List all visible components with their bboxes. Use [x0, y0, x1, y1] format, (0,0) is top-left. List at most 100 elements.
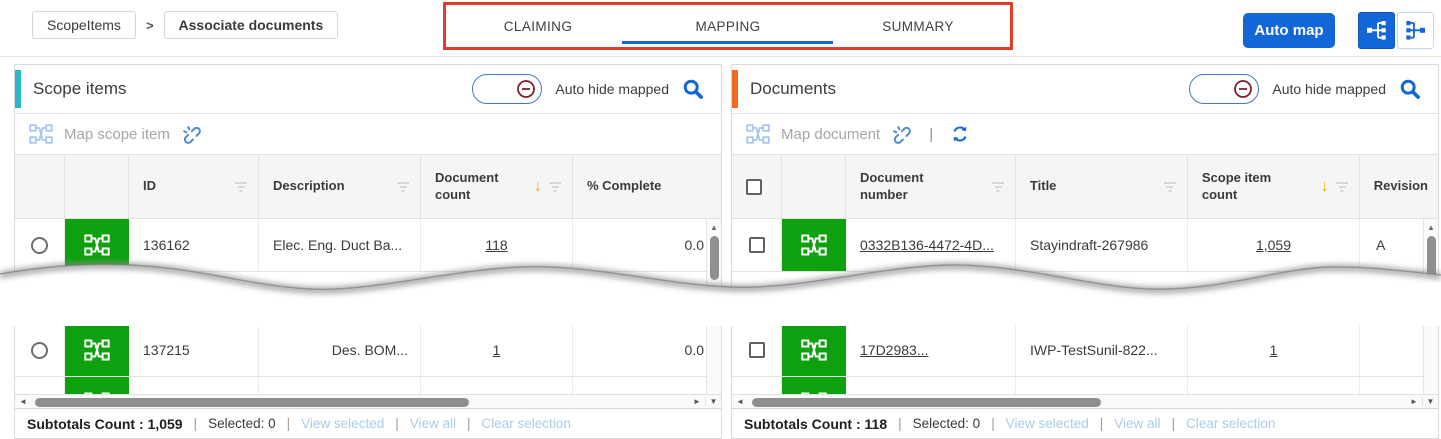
scrollbar-thumb[interactable]	[710, 236, 719, 280]
mapped-indicator-button[interactable]	[782, 377, 846, 394]
title-column-header[interactable]: Title	[1016, 155, 1188, 218]
mapped-indicator-button[interactable]	[65, 219, 129, 271]
document-title: Stayindraft-267986	[1016, 219, 1188, 271]
filter-icon[interactable]	[396, 182, 410, 192]
filter-icon[interactable]	[234, 182, 248, 192]
scroll-up-icon[interactable]: ▲	[1427, 219, 1435, 232]
tree-view-left-button[interactable]	[1358, 12, 1395, 49]
table-row[interactable]: 0332B136-4472-4D... Stayindraft-267986 1…	[732, 219, 1425, 272]
sort-desc-icon[interactable]: ↓	[1321, 177, 1329, 197]
table-row[interactable]: 136162 Elec. Eng. Duct Ba... 118 0.0	[15, 219, 708, 272]
mapped-indicator-button[interactable]	[782, 324, 846, 376]
tab-claiming[interactable]: CLAIMING	[443, 2, 633, 50]
map-document-button[interactable]	[746, 124, 770, 144]
scope-items-title: Scope items	[33, 79, 127, 99]
unlink-icon	[181, 124, 202, 145]
scrollbar-thumb[interactable]	[35, 398, 469, 407]
scroll-right-icon[interactable]: ►	[689, 397, 705, 406]
description-column-header[interactable]: Description	[259, 155, 421, 218]
breadcrumb-associate-documents[interactable]: Associate documents	[164, 11, 339, 39]
search-icon[interactable]	[682, 78, 705, 101]
document-count-column-header[interactable]: Document count ↓	[421, 155, 573, 218]
percent-complete-column-label: % Complete	[587, 178, 661, 194]
scope-items-rows: 136162 Elec. Eng. Duct Ba... 118 0.0 137…	[15, 219, 721, 394]
view-all-link[interactable]: View all	[410, 416, 456, 431]
selected-count: Selected: 0	[208, 416, 276, 431]
filter-icon[interactable]	[1335, 182, 1349, 192]
view-selected-link[interactable]: View selected	[1006, 416, 1089, 431]
clear-selection-link[interactable]: Clear selection	[482, 416, 571, 431]
document-number-link[interactable]: 17D2983...	[860, 342, 929, 358]
scroll-down-icon[interactable]: ▼	[1422, 397, 1438, 406]
row-checkbox[interactable]	[749, 342, 765, 358]
tab-summary[interactable]: SUMMARY	[823, 2, 1013, 50]
filter-icon[interactable]	[548, 182, 562, 192]
scrollbar-thumb[interactable]	[752, 398, 1101, 407]
mapped-indicator-button[interactable]	[65, 324, 129, 376]
percent-complete-column-header[interactable]: % Complete	[573, 155, 721, 218]
map-icon	[801, 339, 827, 361]
associate-documents-page: ScopeItems > Associate documents CLAIMIN…	[0, 0, 1441, 439]
scope-item-count-link[interactable]: 1	[1270, 342, 1278, 358]
filter-icon[interactable]	[1163, 182, 1177, 192]
refresh-button[interactable]	[950, 124, 970, 144]
row-checkbox[interactable]	[749, 237, 765, 253]
divider: |	[1100, 416, 1104, 431]
document-number-column-header[interactable]: Document number	[846, 155, 1016, 218]
revision-value: A	[1360, 219, 1425, 271]
revision-column-header[interactable]: Revision	[1360, 155, 1438, 218]
scope-item-count-column-label: Scope item count	[1202, 170, 1280, 203]
table-row[interactable]: 17585E1E-BE17-48... IWP-Oakenfeld-994...…	[732, 377, 1425, 394]
circle-minus-icon	[1233, 79, 1253, 99]
view-selected-link[interactable]: View selected	[301, 416, 384, 431]
document-number-column-label: Document number	[860, 170, 950, 203]
scope-item-count-column-header[interactable]: Scope item count ↓	[1188, 155, 1360, 218]
scroll-right-icon[interactable]: ►	[1406, 397, 1422, 406]
tree-view-right-button[interactable]	[1397, 12, 1434, 49]
table-row[interactable]: 137216 Mech. Eng. Cab... 1 0.0	[15, 377, 708, 394]
map-column-header	[65, 155, 129, 218]
horizontal-scrollbar[interactable]: ◄ ► ▼	[15, 394, 721, 408]
scope-auto-hide-toggle[interactable]	[472, 74, 542, 104]
scroll-left-icon[interactable]: ◄	[732, 397, 748, 406]
scroll-down-icon[interactable]: ▼	[705, 397, 721, 406]
view-all-link[interactable]: View all	[1114, 416, 1160, 431]
sort-desc-icon[interactable]: ↓	[534, 177, 542, 197]
document-title: IWP-Oakenfeld-994...	[1016, 377, 1188, 394]
vertical-scrollbar[interactable]: ▲	[1423, 219, 1438, 394]
map-scope-item-label: Map scope item	[64, 126, 170, 143]
scope-items-header: Scope items Auto hide mapped	[15, 65, 721, 113]
mapped-indicator-button[interactable]	[65, 377, 129, 394]
document-number-link[interactable]: 0332B136-4472-4D...	[860, 237, 994, 253]
scope-item-count-link[interactable]: 1,059	[1256, 237, 1291, 253]
scope-item-id: 136162	[129, 219, 259, 271]
unmap-document-button[interactable]	[891, 124, 912, 145]
map-scope-item-button[interactable]	[29, 124, 53, 144]
divider: |	[1172, 416, 1176, 431]
select-all-checkbox[interactable]	[746, 179, 762, 195]
mapped-indicator-button[interactable]	[782, 219, 846, 271]
auto-map-button[interactable]: Auto map	[1243, 13, 1335, 48]
row-radio[interactable]	[31, 237, 48, 254]
horizontal-scrollbar[interactable]: ◄ ► ▼	[732, 394, 1438, 408]
scope-auto-hide-label: Auto hide mapped	[555, 81, 669, 97]
divider: |	[898, 416, 902, 431]
documents-auto-hide-toggle[interactable]	[1189, 74, 1259, 104]
document-count-link[interactable]: 1	[493, 342, 501, 358]
active-tab-underline	[622, 41, 833, 44]
row-radio[interactable]	[31, 342, 48, 359]
scrollbar-thumb[interactable]	[1427, 236, 1436, 280]
vertical-scrollbar[interactable]: ▲	[706, 219, 721, 394]
filter-icon[interactable]	[991, 182, 1005, 192]
document-count-link[interactable]: 118	[485, 237, 507, 253]
scroll-up-icon[interactable]: ▲	[710, 219, 718, 232]
search-icon[interactable]	[1399, 78, 1422, 101]
breadcrumb-scopeitems[interactable]: ScopeItems	[32, 11, 136, 39]
table-row[interactable]: 137215 Des. BOM... 1 0.0	[15, 324, 708, 377]
clear-selection-link[interactable]: Clear selection	[1186, 416, 1275, 431]
id-column-header[interactable]: ID	[129, 155, 259, 218]
scroll-left-icon[interactable]: ◄	[15, 397, 31, 406]
breadcrumb: ScopeItems > Associate documents	[32, 11, 338, 39]
unmap-scope-item-button[interactable]	[181, 124, 202, 145]
table-row[interactable]: 17D2983... IWP-TestSunil-822... 1	[732, 324, 1425, 377]
